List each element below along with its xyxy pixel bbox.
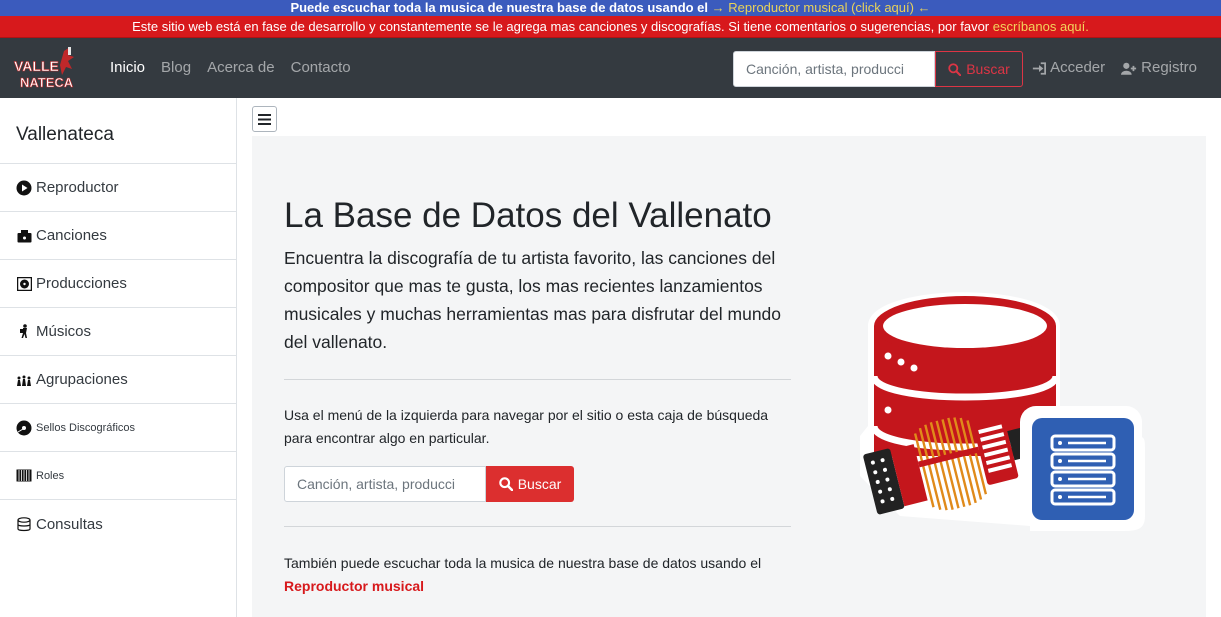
divider: [284, 526, 791, 527]
navbar-search-button[interactable]: Buscar: [935, 51, 1023, 87]
accordion-keys-icon: [16, 468, 32, 484]
database-icon: [16, 516, 32, 532]
site-logo[interactable]: VALLE NATECA: [12, 45, 84, 91]
hamburger-icon: [258, 113, 271, 125]
top-banner: Puede escuchar toda la musica de nuestra…: [0, 0, 1221, 16]
sidebar-item-label: Sellos Discográficos: [36, 421, 136, 434]
register-link[interactable]: Registro: [1121, 38, 1197, 98]
sidebar-item-label: Músicos: [36, 323, 92, 340]
sidebar-item-consultas[interactable]: Consultas: [0, 500, 236, 548]
sidebar-item-musicos[interactable]: Músicos: [0, 308, 236, 356]
navbar-search: Buscar: [733, 51, 1023, 87]
login-label: Acceder: [1050, 59, 1106, 76]
sidebar-item-label: Canciones: [36, 227, 107, 244]
music-box-icon: [16, 228, 32, 244]
sidebar-item-label: Consultas: [36, 515, 103, 533]
nav-link-blog[interactable]: Blog: [153, 38, 199, 98]
nav-links: Inicio Blog Acerca de Contacto: [102, 38, 359, 98]
main-search: Buscar: [284, 466, 574, 502]
sidebar-item-label: Roles: [36, 469, 65, 482]
sidebar-toggle-button[interactable]: [252, 106, 277, 132]
navbar-search-label: Buscar: [966, 61, 1010, 77]
vinyl-record-icon: [16, 276, 32, 292]
record-label-icon: [16, 420, 32, 436]
sidebar-item-reproductor[interactable]: Reproductor: [0, 164, 236, 212]
search-icon: [498, 477, 513, 491]
sign-in-icon: [1032, 61, 1047, 75]
top-banner-text: Puede escuchar toda la musica de nuestra…: [290, 0, 709, 15]
hero-jumbotron: La Base de Datos del Vallenato Encuentra…: [252, 136, 1206, 617]
musician-icon: [16, 324, 32, 340]
hero-lead: Encuentra la discografía de tu artista f…: [284, 248, 782, 352]
auth-links: Acceder Registro: [1032, 38, 1197, 98]
nav-link-acerca[interactable]: Acerca de: [199, 38, 283, 98]
player-link-main[interactable]: Reproductor musical: [284, 578, 424, 594]
main-search-label: Buscar: [517, 476, 562, 492]
search-instructions: Usa el menú de la izquierda para navegar…: [284, 407, 769, 446]
sidebar: Vallenateca Reproductor Canciones Produc…: [0, 98, 237, 617]
play-circle-icon: [16, 180, 32, 196]
sidebar-item-producciones[interactable]: Producciones: [0, 260, 236, 308]
group-icon: [16, 372, 32, 388]
dev-banner: Este sitio web está en fase de desarroll…: [0, 16, 1221, 38]
sidebar-item-label: Agrupaciones: [36, 371, 128, 388]
sidebar-item-roles[interactable]: Roles: [0, 452, 236, 500]
database-accordion-illustration: [860, 292, 1145, 531]
dev-banner-text: Este sitio web está en fase de desarroll…: [132, 19, 990, 34]
sidebar-item-canciones[interactable]: Canciones: [0, 212, 236, 260]
player-note-text: También puede escuchar toda la musica de…: [284, 555, 762, 571]
register-label: Registro: [1141, 59, 1197, 76]
sidebar-title: Vallenateca: [0, 98, 236, 164]
contact-link[interactable]: escríbanos aquí.: [993, 19, 1089, 34]
main-search-input[interactable]: [284, 466, 486, 502]
page-title: La Base de Datos del Vallenato: [284, 196, 772, 235]
user-plus-icon: [1121, 62, 1137, 75]
main-search-button[interactable]: Buscar: [486, 466, 574, 502]
sidebar-item-agrupaciones[interactable]: Agrupaciones: [0, 356, 236, 404]
nav-link-contacto[interactable]: Contacto: [283, 38, 359, 98]
sidebar-item-label: Reproductor: [36, 179, 119, 196]
player-link[interactable]: → Reproductor musical (click aquí) ←: [712, 0, 931, 15]
player-note: También puede escuchar toda la musica de…: [284, 552, 794, 598]
login-link[interactable]: Acceder: [1032, 38, 1105, 98]
sidebar-item-label: Producciones: [36, 275, 127, 292]
navbar-search-input[interactable]: [733, 51, 935, 87]
logo-line1: VALLE: [14, 58, 59, 74]
divider: [284, 379, 791, 380]
nav-link-inicio[interactable]: Inicio: [102, 38, 153, 98]
navbar: VALLE NATECA Inicio Blog Acerca de Conta…: [0, 38, 1221, 98]
sidebar-item-sellos[interactable]: Sellos Discográficos: [0, 404, 236, 452]
logo-line2: NATECA: [20, 75, 74, 90]
search-icon: [948, 62, 962, 76]
